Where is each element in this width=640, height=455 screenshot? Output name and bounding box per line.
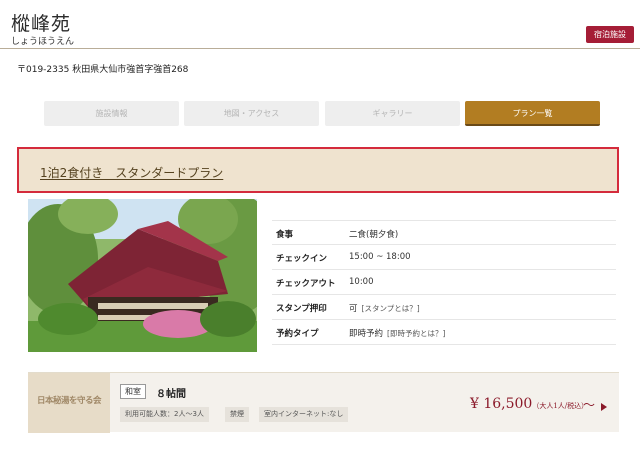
detail-label: 食事 (276, 230, 294, 240)
detail-label: チェックアウト (276, 279, 336, 289)
logo-text: 日本秘湯を守る会 (36, 396, 102, 406)
price-range-mark: 〜 (583, 398, 596, 412)
detail-label: スタンプ押印 (276, 304, 327, 314)
tab-map-access[interactable]: 地図・アクセス (184, 101, 319, 126)
detail-row-checkout: チェックアウト 10:00 (272, 270, 616, 295)
detail-row-checkin: チェックイン 15:00 ~ 18:00 (272, 245, 616, 270)
detail-value: 即時予約 [即時予約とは？] (349, 329, 446, 339)
facility-photo (28, 199, 257, 352)
capacity-tag: 利用可能人数：2人〜3人 (120, 407, 209, 422)
tab-gallery[interactable]: ギャラリー (325, 101, 460, 126)
detail-row-stamp: スタンプ押印 可 [スタンプとは？] (272, 295, 616, 320)
building-photo-illustration (28, 199, 257, 352)
detail-value: 15:00 ~ 18:00 (349, 252, 411, 262)
detail-row-reservation-type: 予約タイプ 即時予約 [即時予約とは？] (272, 320, 616, 345)
room-name: ８帖間 (156, 389, 186, 400)
tab-plan-list[interactable]: プラン一覧 (465, 101, 600, 126)
facility-address: 〒019-2335 秋田県大仙市強首字強首268 (17, 65, 189, 75)
stamp-help-link[interactable]: [スタンプとは？] (362, 304, 420, 313)
tab-facility-info[interactable]: 施設情報 (44, 101, 179, 126)
detail-value: 可 [スタンプとは？] (349, 304, 420, 314)
instant-booking-help-link[interactable]: [即時予約とは？] (387, 329, 445, 338)
detail-label: 予約タイプ (276, 329, 319, 339)
internet-tag: 室内インターネット:なし (259, 407, 349, 422)
room-price: ¥ 16,500（大人1人/税込） (470, 396, 589, 412)
hitou-association-logo: 日本秘湯を守る会 (28, 373, 110, 433)
detail-value: 10:00 (349, 277, 374, 287)
smoking-tag: 禁煙 (225, 407, 249, 422)
expand-arrow-icon[interactable] (601, 403, 607, 411)
detail-label: チェックイン (276, 254, 328, 264)
room-card[interactable]: 日本秘湯を守る会 和室 ８帖間 利用可能人数：2人〜3人 禁煙 室内インターネッ… (28, 372, 619, 433)
plan-details-table: 食事 二食(朝夕食) チェックイン 15:00 ~ 18:00 チェックアウト … (272, 220, 616, 345)
price-note: （大人1人/税込） (532, 402, 589, 410)
lodging-button[interactable]: 宿泊施設 (586, 26, 634, 43)
facility-name: 樅峰苑 (11, 13, 72, 35)
site-header: 樅峰苑 しょうほうえん 宿泊施設 (0, 0, 640, 49)
plan-header: 1泊2食付き スタンダードプラン (17, 147, 619, 193)
detail-row-meal: 食事 二食(朝夕食) (272, 220, 616, 245)
room-type-badge: 和室 (120, 384, 146, 399)
facility-kana: しょうほうえん (11, 37, 75, 47)
detail-value: 二食(朝夕食) (349, 230, 399, 240)
plan-title-link[interactable]: 1泊2食付き スタンダードプラン (40, 164, 223, 181)
